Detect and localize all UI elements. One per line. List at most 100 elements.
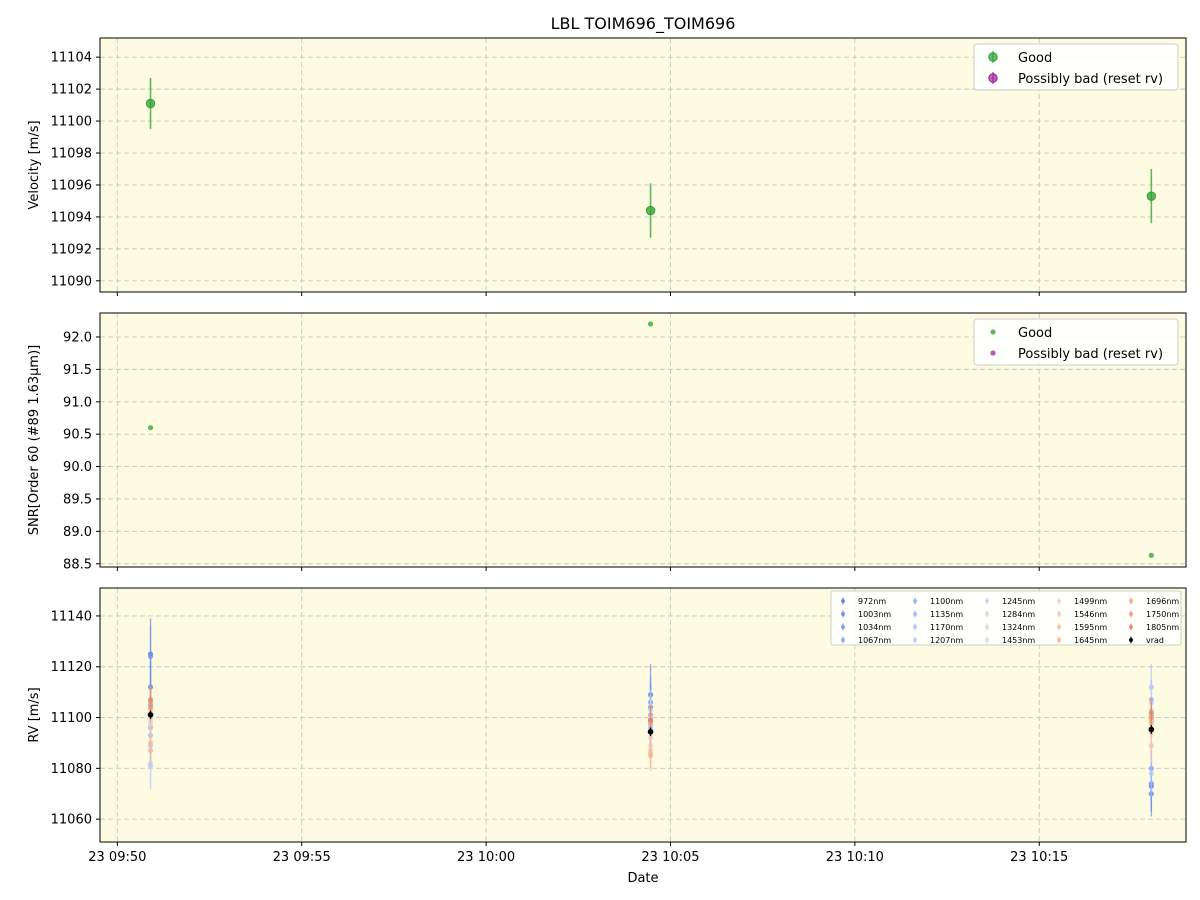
legend-label: 1207nm — [930, 636, 963, 645]
data-point — [147, 697, 154, 703]
x-tick-label: 23 10:05 — [641, 850, 699, 865]
legend-marker — [841, 638, 845, 642]
y-axis-label: SNR[Order 60 (#89 1.63μm)] — [27, 345, 42, 536]
data-point — [1148, 726, 1155, 733]
legend-label: Good — [1018, 51, 1052, 66]
legend-label: 1003nm — [858, 610, 891, 619]
data-point — [1148, 742, 1154, 749]
legend-label: 1034nm — [858, 623, 891, 632]
y-tick-label: 90.5 — [63, 428, 92, 443]
legend-marker — [1129, 638, 1133, 642]
y-tick-label: 11080 — [51, 762, 92, 777]
panels: 11090 11092 11094 11096 11098 11100 11102 11104… — [27, 37, 1187, 865]
data-point — [147, 747, 154, 754]
x-tick-label: 23 10:10 — [826, 850, 884, 865]
y-tick-label: 11120 — [51, 660, 92, 675]
y-tick-label: 92.0 — [63, 330, 92, 345]
data-point — [145, 98, 156, 109]
legend-marker — [1057, 625, 1061, 629]
y-tick-label: 11098 — [51, 147, 92, 162]
data-point — [647, 728, 654, 735]
legend-label: 1170nm — [930, 623, 963, 632]
x-tick-label: 23 09:55 — [273, 850, 331, 865]
y-tick-label: 88.5 — [63, 557, 92, 572]
y-axis-label: Velocity [m/s] — [27, 120, 42, 209]
legend-label: 1284nm — [1002, 610, 1035, 619]
legend-marker — [985, 625, 989, 629]
legend-label: 1499nm — [1074, 597, 1107, 606]
data-point — [1146, 191, 1157, 201]
legend-marker — [913, 638, 917, 642]
legend-label: Good — [1018, 326, 1052, 341]
data-point — [645, 205, 656, 216]
y-axis-label: RV [m/s] — [27, 687, 42, 742]
y-tick-label: 11100 — [51, 115, 92, 130]
legend-label: 1696nm — [1146, 597, 1179, 606]
x-tick-label: 23 10:00 — [457, 850, 515, 865]
legend-marker — [1129, 612, 1133, 616]
legend-label: 1750nm — [1146, 610, 1179, 619]
legend-label: 1067nm — [858, 636, 891, 645]
legend: Good Possibly bad (reset rv) — [973, 318, 1179, 366]
legend-marker — [988, 52, 998, 62]
panel-1: 11090 11092 11094 11096 11098 11100 11102 11104… — [27, 37, 1187, 296]
legend-marker — [988, 73, 998, 83]
legend-marker — [985, 638, 989, 642]
figure: LBL TOIM696_TOIM696 Date 11090 11092 11094… — [27, 14, 1187, 886]
panel-2: 88.5 89.0 89.5 90.0 90.5 91.0 91.5 92.0 SNR[Orde… — [27, 312, 1187, 572]
legend-marker — [841, 625, 845, 629]
legend-marker — [1057, 638, 1061, 642]
data-point — [147, 711, 154, 718]
legend-marker — [985, 599, 989, 603]
data-point — [1148, 552, 1154, 558]
data-point — [647, 717, 654, 723]
y-tick-label: 11140 — [51, 609, 92, 624]
legend-label: 1324nm — [1002, 623, 1035, 632]
y-tick-label: 11094 — [51, 210, 92, 225]
legend-label: 1645nm — [1074, 636, 1107, 645]
y-tick-label: 11100 — [51, 711, 92, 726]
legend-label: 1100nm — [930, 597, 963, 606]
panel-3: 23 09:50 23 09:55 23 10:00 23 10:05 23 10:10… — [27, 587, 1187, 865]
legend-marker — [841, 612, 845, 616]
legend-label: Possibly bad (reset rv) — [1018, 72, 1163, 87]
y-tick-label: 91.5 — [63, 363, 92, 378]
legend-marker — [985, 612, 989, 616]
data-point — [147, 653, 154, 660]
x-axis-label: Date — [627, 871, 658, 886]
legend-label: 972nm — [858, 597, 886, 606]
legend-marker — [913, 612, 917, 616]
legend-label: 1595nm — [1074, 623, 1107, 632]
y-tick-label: 11104 — [51, 51, 92, 66]
data-point — [647, 321, 654, 327]
legend-marker — [913, 599, 917, 603]
y-tick-label: 11090 — [51, 274, 92, 289]
legend-marker — [990, 350, 996, 356]
legend-label: vrad — [1146, 636, 1164, 645]
legend-label: Possibly bad (reset rv) — [1018, 347, 1163, 362]
y-tick-label: 11096 — [51, 178, 92, 193]
y-tick-label: 90.0 — [63, 460, 92, 475]
y-tick-label: 91.0 — [63, 395, 92, 410]
legend-marker — [1129, 625, 1133, 629]
legend-marker — [841, 599, 845, 603]
legend-marker — [990, 329, 996, 335]
legend-label: 1135nm — [930, 610, 963, 619]
legend-marker — [913, 625, 917, 629]
legend-marker — [1129, 599, 1133, 603]
data-point — [1148, 709, 1154, 716]
x-tick-label: 23 10:15 — [1010, 850, 1068, 865]
legend-label: 1805nm — [1146, 623, 1179, 632]
y-tick-label: 89.0 — [63, 525, 92, 540]
y-tick-label: 11102 — [51, 83, 92, 98]
data-point — [1148, 770, 1154, 777]
legend-label: 1546nm — [1074, 610, 1107, 619]
legend-marker — [1057, 612, 1061, 616]
legend-label: 1453nm — [1002, 636, 1035, 645]
y-tick-label: 11060 — [51, 813, 92, 828]
data-point — [647, 753, 654, 759]
chart-title: LBL TOIM696_TOIM696 — [551, 14, 736, 34]
legend: Good Possibly bad (reset rv) — [973, 43, 1179, 91]
legend: 972nm 1003nm 1034nm 1067nm 1100nm 1135nm 1170n… — [830, 590, 1182, 646]
data-point — [147, 425, 154, 431]
